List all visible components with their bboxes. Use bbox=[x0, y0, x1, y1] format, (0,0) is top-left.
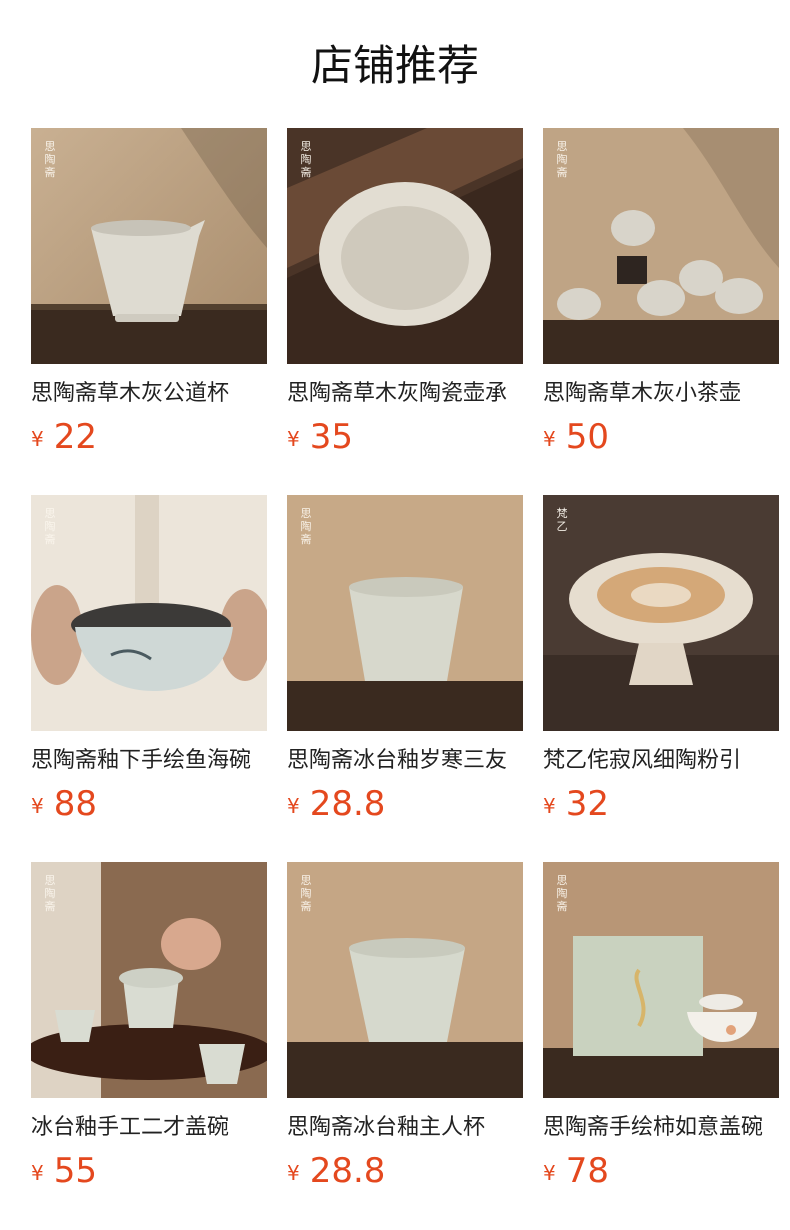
product-name[interactable]: 思陶斋手绘柿如意盖碗 bbox=[543, 1108, 779, 1148]
product-image[interactable]: 思陶斋 bbox=[543, 128, 779, 364]
product-image[interactable]: 梵乙 bbox=[543, 495, 779, 731]
currency-symbol: ¥ bbox=[543, 794, 556, 818]
product-card[interactable]: 梵乙 梵乙侘寂风细陶粉引 ¥32 bbox=[543, 495, 779, 862]
currency-symbol: ¥ bbox=[287, 794, 300, 818]
product-card[interactable]: 思陶斋 思陶斋冰台釉岁寒三友 ¥28.8 bbox=[287, 495, 523, 862]
brand-seal: 思陶斋 bbox=[300, 140, 312, 179]
price-value: 32 bbox=[565, 784, 609, 824]
price-value: 78 bbox=[565, 1151, 609, 1191]
product-name[interactable]: 冰台釉手工二才盖碗 bbox=[31, 1108, 267, 1148]
product-card[interactable]: 思陶斋 冰台釉手工二才盖碗 ¥55 bbox=[31, 862, 267, 1229]
product-image[interactable]: 思陶斋 bbox=[287, 128, 523, 364]
currency-symbol: ¥ bbox=[31, 794, 44, 818]
price-value: 50 bbox=[565, 417, 609, 457]
product-card[interactable]: 思陶斋 思陶斋草木灰小茶壶 ¥50 bbox=[543, 128, 779, 495]
product-image[interactable]: 思陶斋 bbox=[31, 128, 267, 364]
currency-symbol: ¥ bbox=[31, 427, 44, 451]
currency-symbol: ¥ bbox=[31, 1161, 44, 1185]
price-value: 88 bbox=[53, 784, 97, 824]
product-name[interactable]: 思陶斋冰台釉岁寒三友 bbox=[287, 741, 523, 781]
currency-symbol: ¥ bbox=[287, 427, 300, 451]
product-image[interactable]: 思陶斋 bbox=[287, 495, 523, 731]
product-grid: 思陶斋 思陶斋草木灰公道杯 ¥22 思陶斋 思陶斋草木灰陶瓷壶承 ¥ 35 思陶… bbox=[31, 128, 779, 1229]
product-name[interactable]: 思陶斋草木灰公道杯 bbox=[31, 374, 267, 414]
brand-seal: 思陶斋 bbox=[44, 140, 56, 179]
brand-seal: 思陶斋 bbox=[300, 874, 312, 913]
brand-seal: 思陶斋 bbox=[44, 874, 56, 913]
product-card[interactable]: 思陶斋 思陶斋手绘柿如意盖碗 ¥78 bbox=[543, 862, 779, 1229]
brand-seal: 思陶斋 bbox=[556, 874, 568, 913]
product-price: ¥32 bbox=[543, 781, 779, 827]
product-price: ¥22 bbox=[31, 414, 267, 460]
product-card[interactable]: 思陶斋 思陶斋草木灰公道杯 ¥22 bbox=[31, 128, 267, 495]
product-price: ¥28.8 bbox=[287, 781, 523, 827]
product-card[interactable]: 思陶斋 思陶斋冰台釉主人杯 ¥28.8 bbox=[287, 862, 523, 1229]
brand-seal: 思陶斋 bbox=[556, 140, 568, 179]
product-price: ¥28.8 bbox=[287, 1148, 523, 1194]
currency-symbol: ¥ bbox=[543, 427, 556, 451]
page-title: 店铺推荐 bbox=[310, 41, 479, 90]
product-image[interactable]: 思陶斋 bbox=[287, 862, 523, 1098]
product-card[interactable]: 思陶斋 思陶斋釉下手绘鱼海碗 ¥88 bbox=[31, 495, 267, 862]
currency-symbol: ¥ bbox=[287, 1161, 300, 1185]
product-price: ¥55 bbox=[31, 1148, 267, 1194]
price-value: 22 bbox=[53, 417, 97, 457]
product-price: ¥78 bbox=[543, 1148, 779, 1194]
product-price: ¥35 bbox=[287, 414, 523, 460]
product-price: ¥50 bbox=[543, 414, 779, 460]
price-value: 55 bbox=[53, 1151, 97, 1191]
product-name[interactable]: 思陶斋釉下手绘鱼海碗 bbox=[31, 741, 267, 781]
product-image[interactable]: 思陶斋 bbox=[543, 862, 779, 1098]
brand-seal: 思陶斋 bbox=[44, 507, 56, 546]
product-name[interactable]: 思陶斋草木灰小茶壶 bbox=[543, 374, 779, 414]
product-name[interactable]: 梵乙侘寂风细陶粉引 bbox=[543, 741, 779, 781]
price-value: 28.8 bbox=[309, 1151, 386, 1191]
price-value: 28.8 bbox=[309, 784, 386, 824]
product-name[interactable]: 思陶斋冰台釉主人杯 bbox=[287, 1108, 523, 1148]
product-image[interactable]: 思陶斋 bbox=[31, 862, 267, 1098]
product-image[interactable]: 思陶斋 bbox=[31, 495, 267, 731]
currency-symbol: ¥ bbox=[543, 1161, 556, 1185]
product-card[interactable]: 思陶斋 思陶斋草木灰陶瓷壶承 ¥35 bbox=[287, 128, 523, 495]
brand-seal: 思陶斋 bbox=[300, 507, 312, 546]
price-value: 35 bbox=[309, 417, 353, 457]
brand-seal: 梵乙 bbox=[556, 507, 568, 533]
product-price: ¥88 bbox=[31, 781, 267, 827]
store-recommend-page: 店铺推荐 思陶斋 思陶斋草木灰公道杯 ¥ 22 思陶斋 思陶斋草木灰陶瓷壶承 ¥… bbox=[0, 0, 790, 1230]
product-name[interactable]: 思陶斋草木灰陶瓷壶承 bbox=[287, 374, 523, 414]
